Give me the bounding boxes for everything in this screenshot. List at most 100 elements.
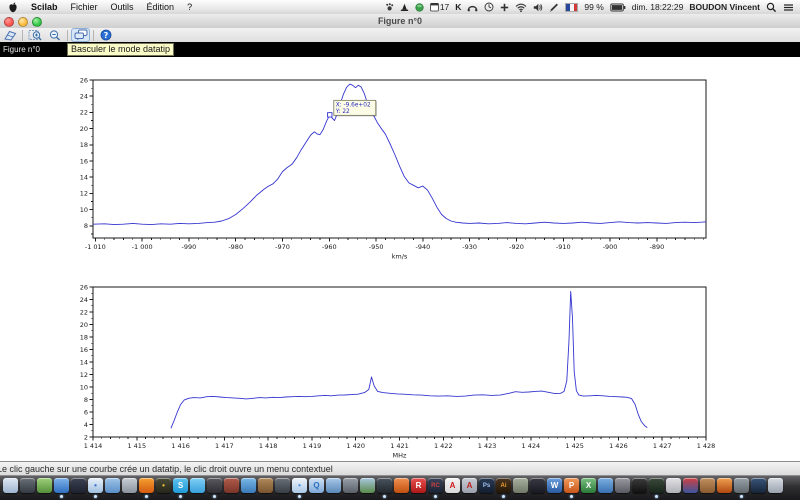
dock-item-browser-globe[interactable] [54, 478, 69, 499]
dock-item-excel[interactable]: X [581, 478, 596, 499]
list-icon[interactable] [783, 3, 794, 12]
close-button[interactable] [4, 17, 14, 27]
x-tick-label: -990 [182, 243, 197, 251]
dock-item-pdf-app[interactable]: A [462, 478, 477, 499]
toolbar-separator [67, 30, 68, 41]
dock-item-rc-app[interactable]: RC [428, 478, 443, 499]
menu-scilab[interactable]: Scilab [31, 2, 58, 12]
calendar-icon[interactable] [430, 2, 439, 12]
about-button[interactable]: ? [97, 29, 115, 42]
zoom-in-button[interactable] [26, 29, 44, 42]
dock-item-matlab[interactable] [717, 478, 732, 499]
dock-item-safari[interactable]: • [88, 478, 103, 499]
dock-item-badge-app[interactable] [683, 478, 698, 499]
dock-item-earth-app[interactable] [241, 478, 256, 499]
dock-item-firefox[interactable] [139, 478, 154, 499]
hat-icon[interactable] [400, 3, 409, 12]
x-tick-label: 1 420 [346, 442, 365, 450]
menu-?[interactable]: ? [187, 2, 192, 12]
calendar-day[interactable]: 17 [440, 2, 449, 12]
frequency-spectrum-curve[interactable] [171, 291, 647, 428]
macos-menu-bar: Scilab Fichier Outils Édition? 17 K [0, 0, 800, 15]
dock-item-dark-app[interactable] [71, 478, 86, 499]
figure-toolbar: ? [0, 28, 800, 42]
pencil-icon[interactable] [549, 2, 559, 12]
dock-item-red-tool[interactable] [224, 478, 239, 499]
dock-item-landscape-photo[interactable] [360, 478, 375, 499]
dock-item-library[interactable] [258, 478, 273, 499]
dock-item-paint-app[interactable] [700, 478, 715, 499]
phone-icon[interactable] [467, 3, 478, 12]
k-status-item[interactable]: K [455, 2, 461, 12]
dock-item-trash[interactable] [768, 478, 783, 499]
battery-percentage[interactable]: 99 % [584, 2, 603, 12]
dock-item-photo-booth[interactable] [20, 478, 35, 499]
dock-item-mail[interactable] [105, 478, 120, 499]
asterisk-icon[interactable] [385, 3, 394, 12]
datatip-toggle-button[interactable] [71, 28, 90, 42]
dock-item-terminal[interactable] [632, 478, 647, 499]
dock-item-lens-app[interactable] [734, 478, 749, 499]
dock-item-docs-app[interactable] [666, 478, 681, 499]
datatip-marker[interactable] [328, 113, 332, 117]
dock-item-eye-app[interactable]: • [156, 478, 171, 499]
menu-bar-clock[interactable]: dim. 18:22:29 [632, 2, 684, 12]
menu-outils[interactable]: Outils [111, 2, 134, 12]
word-icon: W [547, 478, 562, 493]
dock-item-illustrator[interactable]: Ai [496, 478, 511, 499]
dock-item-skype[interactable]: S [173, 478, 188, 499]
battery-icon[interactable] [610, 3, 626, 12]
dock-item-twitter[interactable] [190, 478, 205, 499]
apple-icon[interactable] [8, 2, 18, 13]
dock-item-acrobat-reader[interactable]: A [445, 478, 460, 499]
dock-item-google-earth[interactable]: • [292, 478, 307, 499]
svg-text:?: ? [104, 31, 109, 40]
wifi-icon[interactable] [515, 3, 527, 12]
figure-tab-label[interactable]: Figure n°0 [3, 45, 40, 54]
x-tick-label: 1 427 [653, 442, 672, 450]
menu-fichier[interactable]: Fichier [71, 2, 98, 12]
preview-icon [3, 478, 18, 493]
spotlight-icon[interactable] [766, 2, 777, 13]
logged-in-user[interactable]: BOUDON Vincent [689, 2, 760, 12]
dock-item-dark-media[interactable] [530, 478, 545, 499]
y-tick-label: 16 [80, 157, 88, 165]
minimize-button[interactable] [18, 17, 28, 27]
green-ball-icon[interactable] [415, 3, 424, 12]
menu-dition[interactable]: Édition [147, 2, 175, 12]
dock-item-gray-app[interactable] [615, 478, 630, 499]
firefox-icon [139, 478, 154, 493]
rotate-tool-button[interactable] [1, 29, 19, 42]
dock-item-feather-app[interactable] [598, 478, 613, 499]
dock-item-adobe-r[interactable]: R [411, 478, 426, 499]
dock-item-gimp[interactable] [513, 478, 528, 499]
dock-item-powerpoint[interactable]: P [564, 478, 579, 499]
velocity-spectrum-chart[interactable]: -1 010-1 000-990-980-970-960-950-940-930… [0, 57, 800, 262]
dock-item-app-store[interactable] [122, 478, 137, 499]
dock-item-monitor-app[interactable] [649, 478, 664, 499]
dock-item-compass-app[interactable] [326, 478, 341, 499]
zoom-button[interactable] [32, 17, 42, 27]
frequency-spectrum-chart[interactable]: 1 4141 4151 4161 4171 4181 4191 4201 421… [0, 265, 800, 461]
dock-item-vlc[interactable] [394, 478, 409, 499]
plus-icon[interactable] [500, 3, 509, 12]
figure-window-titlebar[interactable]: Figure n°0 [0, 14, 800, 29]
x-tick-label: -960 [322, 243, 337, 251]
dock-item-preview[interactable] [3, 478, 18, 499]
zoom-out-button[interactable] [46, 29, 64, 42]
dock-item-photoshop[interactable]: Ps [479, 478, 494, 499]
dock-item-tv-app[interactable] [377, 478, 392, 499]
french-flag-icon[interactable] [565, 3, 578, 12]
volume-icon[interactable] [533, 3, 543, 12]
dock-item-gray-sphere[interactable] [343, 478, 358, 499]
velocity-spectrum-curve[interactable] [93, 84, 706, 225]
dock-item-grapher[interactable] [37, 478, 52, 499]
dock-item-photos-dark[interactable] [275, 478, 290, 499]
x-tick-label: -910 [556, 243, 571, 251]
dock-item-globe-dark[interactable] [751, 478, 766, 499]
dock-item-utility[interactable] [207, 478, 222, 499]
dock-item-word[interactable]: W [547, 478, 562, 499]
dock-item-quicktime[interactable]: Q [309, 478, 324, 499]
clock-icon[interactable] [484, 2, 494, 12]
info-icon: ? [100, 29, 112, 41]
